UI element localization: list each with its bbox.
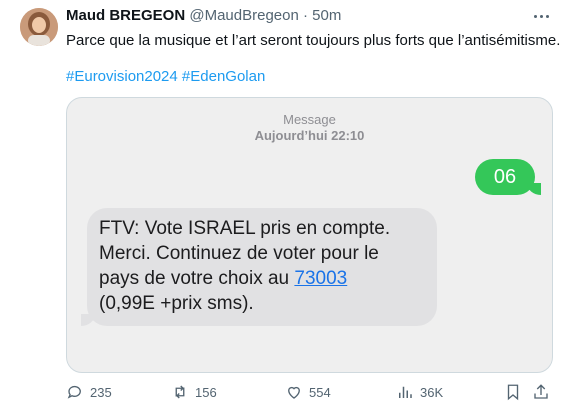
reply-button[interactable]: 235 (66, 382, 112, 402)
retweet-count: 156 (195, 384, 217, 400)
sms-header: Message Aujourd’hui 22:10 (67, 112, 552, 144)
outgoing-sms-text: 06 (493, 166, 517, 188)
bubble-tail (81, 314, 95, 326)
views-icon (399, 386, 412, 398)
sms-header-time: Aujourd’hui 22:10 (254, 128, 365, 143)
hashtag-eurovision[interactable]: #Eurovision2024 (66, 68, 178, 85)
incoming-sms-line: pays de votre choix au 73003 (99, 266, 425, 291)
tweet-media-image[interactable]: Message Aujourd’hui 22:10 06 FTV: Vote I… (66, 97, 553, 373)
tweet-actions: 235 156 554 36K (66, 382, 551, 402)
incoming-sms-bubble: FTV: Vote ISRAEL pris en compte. Merci. … (81, 208, 437, 326)
like-icon (288, 386, 300, 399)
tweet-time[interactable]: 50m (312, 7, 341, 24)
like-button[interactable]: 554 (285, 382, 331, 402)
reply-count: 235 (90, 384, 112, 400)
incoming-sms-line: (0,99E +prix sms). (99, 293, 254, 314)
incoming-sms-text: pays de votre choix au (99, 268, 295, 289)
reply-icon (67, 385, 81, 399)
hashtags: #Eurovision2024 #EdenGolan (66, 68, 265, 85)
sms-header-label: Message (283, 112, 336, 127)
incoming-sms-line: FTV: Vote ISRAEL pris en compte. (99, 218, 391, 239)
more-options-icon[interactable] (531, 8, 551, 24)
views-button[interactable]: 36K (396, 382, 443, 402)
retweet-icon (175, 385, 185, 399)
hashtag-edengolan[interactable]: #EdenGolan (182, 68, 265, 85)
bookmark-button[interactable] (504, 382, 522, 402)
separator: · (303, 7, 308, 24)
share-button[interactable] (532, 382, 550, 402)
tweet-text: Parce que la musique et l’art seront tou… (66, 32, 561, 49)
outgoing-sms-bubble: 06 (475, 159, 541, 195)
share-icon (534, 384, 548, 399)
avatar[interactable] (20, 8, 58, 46)
author-name[interactable]: Maud BREGEON (66, 7, 185, 24)
retweet-button[interactable]: 156 (171, 382, 217, 402)
sms-number-link[interactable]: 73003 (294, 268, 347, 289)
bubble-tail (527, 183, 541, 195)
author-handle[interactable]: @MaudBregeon (189, 7, 298, 24)
bookmark-icon (507, 384, 519, 401)
views-count: 36K (420, 384, 444, 400)
tweet: Maud BREGEON @MaudBregeon · 50m Parce qu… (0, 0, 569, 420)
like-count: 554 (309, 384, 331, 400)
avatar-image (20, 8, 58, 46)
tweet-header: Maud BREGEON @MaudBregeon · 50m (66, 7, 341, 24)
incoming-sms-line: Merci. Continuez de voter pour le (99, 243, 379, 264)
